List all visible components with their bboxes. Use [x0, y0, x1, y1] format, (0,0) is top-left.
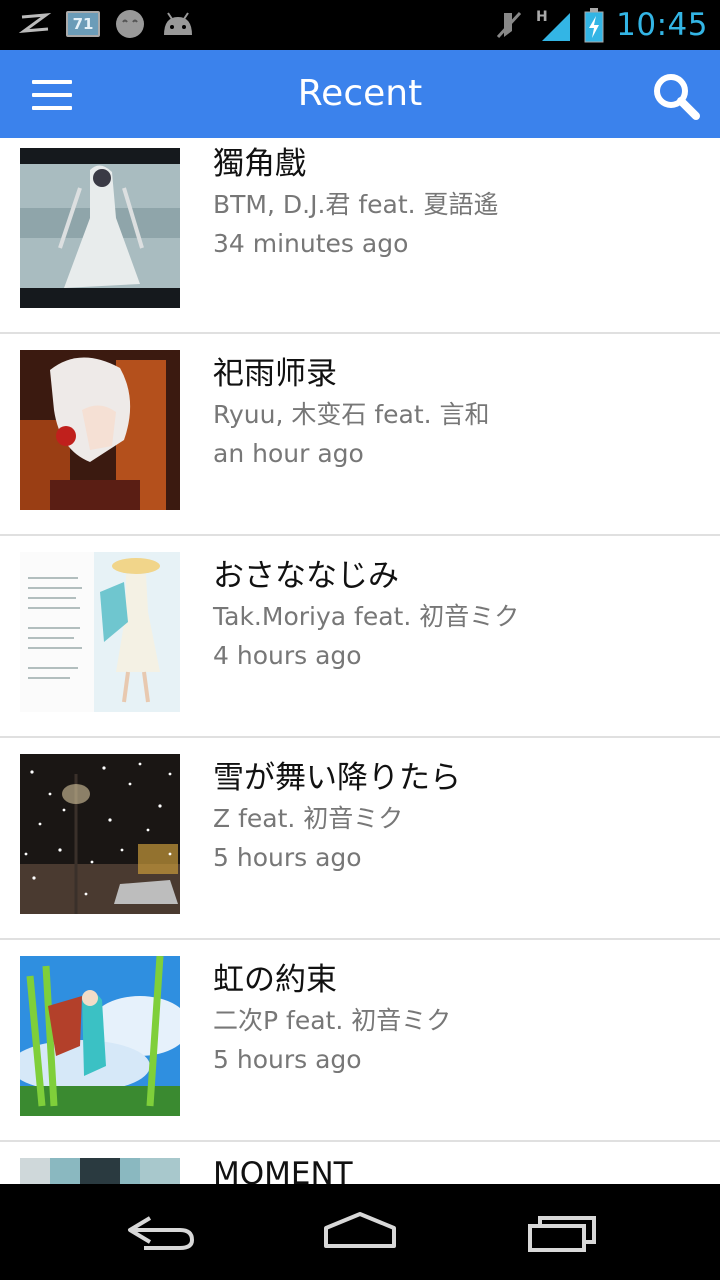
track-thumbnail: [20, 350, 180, 510]
track-time: an hour ago: [213, 439, 364, 468]
status-time: 10:45: [616, 7, 708, 43]
status-bar-right-icons: H 10:45: [494, 4, 708, 46]
track-time: 5 hours ago: [213, 1045, 362, 1074]
track-thumbnail: [20, 754, 180, 914]
status-bar: 71 H 10:45: [0, 0, 720, 50]
battery-charging-icon: [584, 8, 604, 43]
track-thumbnail: [20, 148, 180, 308]
system-nav-bar: [0, 1184, 720, 1280]
track-artist: Z feat. 初音ミク: [213, 804, 404, 833]
track-thumbnail: [20, 1158, 180, 1184]
page-title: Recent: [297, 73, 423, 114]
battery-percent-icon: 71: [66, 11, 100, 37]
track-title: 雪が舞い降りたら: [213, 760, 461, 796]
list-item[interactable]: 獨角戲 BTM, D.J.君 feat. 夏語遙 34 minutes ago: [0, 138, 720, 334]
track-title: 虹の約束: [213, 962, 337, 998]
track-thumbnail: [20, 956, 180, 1116]
list-item[interactable]: MOMENT: [0, 1142, 720, 1184]
track-artist: Ryuu, 木变石 feat. 言和: [213, 400, 490, 429]
list-item[interactable]: 虹の約束 二次P feat. 初音ミク 5 hours ago: [0, 940, 720, 1142]
battery-badge-value: 71: [72, 15, 94, 33]
back-icon[interactable]: [120, 1206, 200, 1258]
network-type-label: H: [536, 9, 548, 25]
track-thumbnail: [20, 552, 180, 712]
action-bar: Recent: [0, 50, 720, 138]
list-item[interactable]: 雪が舞い降りたら Z feat. 初音ミク 5 hours ago: [0, 738, 720, 940]
network-h-icon: H: [536, 9, 571, 41]
recent-track-list: 獨角戲 BTM, D.J.君 feat. 夏語遙 34 minutes ago …: [0, 138, 720, 1184]
track-title: 祀雨师录: [213, 356, 337, 392]
track-artist: 二次P feat. 初音ミク: [213, 1006, 452, 1035]
track-artist: Tak.Moriya feat. 初音ミク: [213, 602, 520, 631]
recent-apps-icon[interactable]: [522, 1206, 602, 1258]
smiley-icon: [116, 10, 144, 38]
track-time: 34 minutes ago: [213, 229, 409, 258]
track-title: おさななじみ: [213, 558, 399, 594]
track-artist: BTM, D.J.君 feat. 夏語遙: [213, 190, 499, 219]
track-time: 4 hours ago: [213, 641, 362, 670]
signal-z-icon: [18, 13, 52, 33]
home-icon[interactable]: [320, 1206, 400, 1258]
list-item[interactable]: 祀雨师录 Ryuu, 木变石 feat. 言和 an hour ago: [0, 334, 720, 536]
mute-icon: [497, 11, 522, 39]
status-bar-left-icons: 71: [18, 8, 196, 40]
track-time: 5 hours ago: [213, 843, 362, 872]
android-icon: [164, 12, 192, 35]
list-item[interactable]: おさななじみ Tak.Moriya feat. 初音ミク 4 hours ago: [0, 536, 720, 738]
track-title: 獨角戲: [213, 146, 306, 182]
track-title: MOMENT: [213, 1156, 353, 1184]
search-icon[interactable]: [650, 70, 702, 122]
